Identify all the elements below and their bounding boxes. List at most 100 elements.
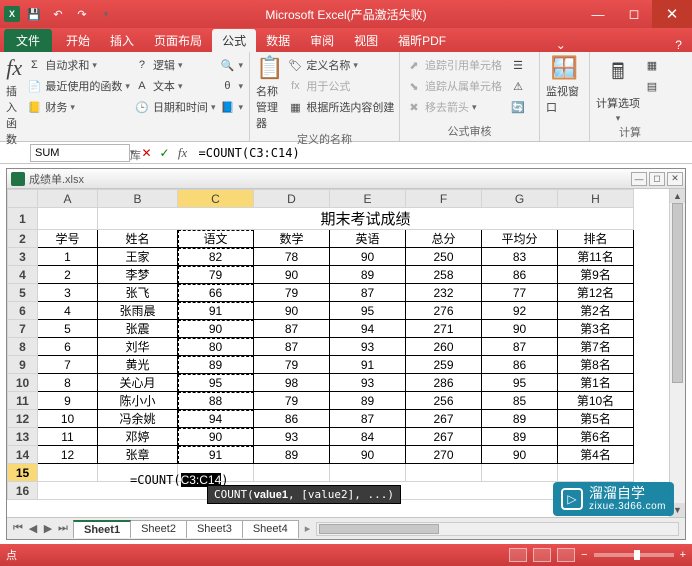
col-header-E[interactable]: E	[330, 190, 406, 208]
data-cell[interactable]: 第1名	[558, 374, 634, 392]
trace-precedents-button[interactable]: ⬈追踪引用单元格	[406, 55, 502, 75]
data-cell[interactable]: 张章	[98, 446, 178, 464]
maximize-button[interactable]: ◻	[616, 0, 652, 28]
data-cell[interactable]: 77	[482, 284, 558, 302]
data-cell[interactable]: 79	[254, 356, 330, 374]
zoom-in-button[interactable]: +	[680, 549, 686, 561]
row-header-11[interactable]: 11	[8, 392, 38, 410]
row-header-1[interactable]: 1	[8, 208, 38, 230]
data-cell[interactable]: 86	[254, 410, 330, 428]
zoom-out-button[interactable]: −	[581, 549, 587, 561]
data-cell[interactable]: 3	[38, 284, 98, 302]
data-cell[interactable]: 95	[482, 374, 558, 392]
data-cell[interactable]: 89	[330, 266, 406, 284]
data-cell[interactable]: 第6名	[558, 428, 634, 446]
view-pagebreak-button[interactable]	[557, 548, 575, 562]
data-cell[interactable]: 90	[330, 248, 406, 266]
formula-input[interactable]	[195, 144, 692, 162]
trace-dependents-button[interactable]: ⬊追踪从属单元格	[406, 76, 502, 96]
data-cell[interactable]: 83	[482, 248, 558, 266]
data-cell[interactable]: 89	[330, 392, 406, 410]
grid[interactable]: ABCDEFGH1期末考试成绩2学号姓名语文数学英语总分平均分排名31王家827…	[7, 189, 669, 517]
data-cell[interactable]: 89	[178, 356, 254, 374]
sheet-tab-sheet4[interactable]: Sheet4	[242, 520, 299, 538]
insert-function-button[interactable]: fx 插入函数	[6, 55, 22, 147]
data-cell[interactable]: 250	[406, 248, 482, 266]
data-cell[interactable]: 86	[482, 266, 558, 284]
header-cell[interactable]: 数学	[254, 230, 330, 248]
data-cell[interactable]: 66	[178, 284, 254, 302]
col-header-A[interactable]: A	[38, 190, 98, 208]
wb-close-button[interactable]: ✕	[667, 172, 683, 186]
data-cell[interactable]: 79	[254, 392, 330, 410]
data-cell[interactable]: 第12名	[558, 284, 634, 302]
data-cell[interactable]: 2	[38, 266, 98, 284]
qat-undo-icon[interactable]: ↶	[48, 4, 68, 24]
data-cell[interactable]: 冯余姚	[98, 410, 178, 428]
data-cell[interactable]: 90	[330, 446, 406, 464]
row-header-13[interactable]: 13	[8, 428, 38, 446]
show-formulas-button[interactable]: ☰	[510, 55, 526, 75]
data-cell[interactable]: 267	[406, 428, 482, 446]
data-cell[interactable]: 85	[482, 392, 558, 410]
row-header-16[interactable]: 16	[8, 482, 38, 500]
recent-functions-button[interactable]: 📄最近使用的函数▾	[26, 76, 130, 96]
col-header-G[interactable]: G	[482, 190, 558, 208]
data-cell[interactable]: 90	[254, 266, 330, 284]
data-cell[interactable]: 8	[38, 374, 98, 392]
tab-nav-first-icon[interactable]: ⏮	[11, 522, 25, 535]
data-cell[interactable]: 6	[38, 338, 98, 356]
col-header-C[interactable]: C	[178, 190, 254, 208]
data-cell[interactable]: 90	[178, 428, 254, 446]
name-manager-button[interactable]: 📋 名称 管理器	[256, 55, 283, 131]
data-cell[interactable]: 93	[330, 374, 406, 392]
row-header-6[interactable]: 6	[8, 302, 38, 320]
name-box[interactable]	[30, 144, 130, 162]
data-cell[interactable]: 李梦	[98, 266, 178, 284]
data-cell[interactable]: 第10名	[558, 392, 634, 410]
cancel-formula-button[interactable]: ✕	[139, 145, 155, 161]
calc-sheet-button[interactable]: ▤	[644, 76, 660, 96]
tab-home[interactable]: 开始	[56, 29, 100, 52]
data-cell[interactable]: 98	[254, 374, 330, 392]
data-cell[interactable]: 93	[254, 428, 330, 446]
tab-formulas[interactable]: 公式	[212, 29, 256, 52]
header-cell[interactable]: 总分	[406, 230, 482, 248]
calc-options-button[interactable]: 🖩 计算选项▾	[596, 55, 640, 124]
data-cell[interactable]: 94	[178, 410, 254, 428]
data-cell[interactable]: 87	[330, 410, 406, 428]
data-cell[interactable]: 陈小小	[98, 392, 178, 410]
data-cell[interactable]: 张飞	[98, 284, 178, 302]
tab-view[interactable]: 视图	[344, 29, 388, 52]
data-cell[interactable]: 5	[38, 320, 98, 338]
data-cell[interactable]: 第11名	[558, 248, 634, 266]
data-cell[interactable]: 第3名	[558, 320, 634, 338]
data-cell[interactable]: 1	[38, 248, 98, 266]
data-cell[interactable]: 86	[482, 356, 558, 374]
row-header-5[interactable]: 5	[8, 284, 38, 302]
watch-window-button[interactable]: 🪟 监视窗口	[546, 55, 583, 115]
data-cell[interactable]: 80	[178, 338, 254, 356]
data-cell[interactable]: 第7名	[558, 338, 634, 356]
logical-button[interactable]: ?逻辑▾	[134, 55, 216, 75]
financial-button[interactable]: 📒财务▾	[26, 97, 130, 117]
row-header-15[interactable]: 15	[8, 464, 38, 482]
view-normal-button[interactable]	[509, 548, 527, 562]
lookup-button[interactable]: 🔍▾	[219, 55, 243, 75]
error-check-button[interactable]: ⚠	[510, 76, 526, 96]
data-cell[interactable]: 88	[178, 392, 254, 410]
data-cell[interactable]: 91	[178, 302, 254, 320]
data-cell[interactable]: 271	[406, 320, 482, 338]
row-header-14[interactable]: 14	[8, 446, 38, 464]
data-cell[interactable]: 4	[38, 302, 98, 320]
scroll-thumb[interactable]	[672, 203, 683, 383]
header-cell[interactable]: 学号	[38, 230, 98, 248]
wb-minimize-button[interactable]: —	[631, 172, 647, 186]
data-cell[interactable]: 关心月	[98, 374, 178, 392]
text-button[interactable]: A文本▾	[134, 76, 216, 96]
math-button[interactable]: θ▾	[219, 76, 243, 96]
namebox-dropdown-icon[interactable]: ▾	[130, 147, 135, 158]
data-cell[interactable]: 87	[254, 338, 330, 356]
header-cell[interactable]: 排名	[558, 230, 634, 248]
wb-maximize-button[interactable]: ◻	[649, 172, 665, 186]
